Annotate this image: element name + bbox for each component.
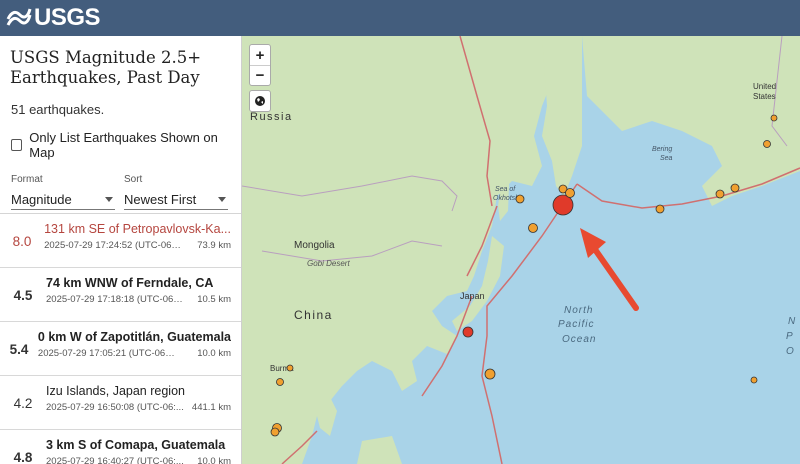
earthquake-marker[interactable] <box>270 427 280 437</box>
chevron-down-icon <box>105 197 113 202</box>
earthquake-meta: 2025-07-29 16:50:08 (UTC-06:... 441.1 km <box>46 402 231 413</box>
format-select[interactable]: Magnitude <box>11 190 115 210</box>
map-label-mongolia: Mongolia <box>294 240 335 251</box>
map-label-us-2: States <box>753 92 776 101</box>
earthquake-marker[interactable] <box>763 140 771 148</box>
time: 2025-07-29 17:18:18 (UTC-06:00) <box>46 294 184 305</box>
earthquake-row[interactable]: 4.2 Izu Islands, Japan region 2025-07-29… <box>0 376 241 430</box>
earthquake-marker[interactable] <box>750 376 758 384</box>
map-label-pacific-1: North <box>564 305 593 316</box>
globe-icon <box>255 96 265 106</box>
earthquake-count: 51 earthquakes. <box>11 102 105 117</box>
map-label-pacific-3: Ocean <box>562 334 596 345</box>
format-label: Format <box>11 174 43 185</box>
earthquake-marker[interactable] <box>528 223 538 233</box>
earthquake-meta: 2025-07-29 17:05:21 (UTC-06:00) 10.0 km <box>38 348 231 359</box>
earthquake-marker[interactable] <box>484 368 496 380</box>
earthquake-row[interactable]: 5.4 0 km W of Zapotitlán, Guatemala 2025… <box>0 322 241 376</box>
magnitude: 5.4 <box>9 342 29 357</box>
place: 74 km WNW of Ferndale, CA <box>46 276 214 290</box>
map-label-okhotsk-2: Okhotsk <box>493 195 519 202</box>
map-label-edge-p: P <box>786 331 793 342</box>
format-value: Magnitude <box>11 192 72 207</box>
time: 2025-07-29 17:24:52 (UTC-06:00) <box>44 240 183 251</box>
page-title: USGS Magnitude 2.5+ Earthquakes, Past Da… <box>10 48 202 87</box>
earthquake-info: 131 km SE of Petropavlovsk-Ka... 2025-07… <box>44 222 241 251</box>
place: 0 km W of Zapotitlán, Guatemala <box>37 330 231 344</box>
globe-view-button[interactable] <box>249 90 271 112</box>
depth: 73.9 km <box>197 240 231 251</box>
map-label-bering-2: Sea <box>660 155 673 162</box>
map-label-japan: Japan <box>460 291 485 301</box>
earthquake-row[interactable]: 4.8 3 km S of Comapa, Guatemala 2025-07-… <box>0 430 241 464</box>
format-control: Format Magnitude <box>11 174 124 210</box>
usgs-wave-icon <box>6 8 32 26</box>
earthquake-marker[interactable] <box>715 189 725 199</box>
only-list-checkbox[interactable] <box>11 139 23 151</box>
earthquake-meta: 2025-07-29 17:24:52 (UTC-06:00) 73.9 km <box>44 240 231 251</box>
map-label-china: China <box>294 308 333 322</box>
depth: 10.0 km <box>197 348 231 359</box>
earthquake-info: 74 km WNW of Ferndale, CA 2025-07-29 17:… <box>46 276 241 305</box>
header-bar: USGS <box>0 0 800 36</box>
map-label-edge-o: O <box>786 346 794 357</box>
sort-value: Newest First <box>123 192 197 207</box>
earthquake-map[interactable]: Russia Mongolia Gobi Desert China Japan … <box>242 36 800 464</box>
map-label-edge-n: N <box>788 316 796 327</box>
magnitude: 4.2 <box>13 396 33 411</box>
map-label-russia: Russia <box>250 111 293 123</box>
earthquake-info: Izu Islands, Japan region 2025-07-29 16:… <box>46 384 241 413</box>
earthquake-marker[interactable] <box>276 378 284 386</box>
magnitude: 8.0 <box>12 234 32 249</box>
sidebar: USGS Magnitude 2.5+ Earthquakes, Past Da… <box>0 36 242 464</box>
sort-control: Sort Newest First <box>123 174 231 210</box>
list-controls: Format Magnitude Sort Newest First <box>0 160 241 210</box>
earthquake-marker[interactable] <box>552 194 574 216</box>
time: 2025-07-29 16:50:08 (UTC-06:... <box>46 402 184 413</box>
map-label-pacific-2: Pacific <box>558 319 594 330</box>
place: 131 km SE of Petropavlovsk-Ka... <box>44 222 231 236</box>
earthquake-row[interactable]: 4.5 74 km WNW of Ferndale, CA 2025-07-29… <box>0 268 241 322</box>
place: Izu Islands, Japan region <box>46 384 185 398</box>
time: 2025-07-29 17:05:21 (UTC-06:00) <box>37 348 176 359</box>
earthquake-marker[interactable] <box>770 114 778 122</box>
sort-select[interactable]: Newest First <box>123 190 228 210</box>
place: 3 km S of Comapa, Guatemala <box>46 438 226 452</box>
map-canvas[interactable]: Russia Mongolia Gobi Desert China Japan … <box>242 36 800 464</box>
only-list-label: Only List Earthquakes Shown on Map <box>29 130 218 160</box>
earthquake-marker[interactable] <box>286 364 294 372</box>
only-list-toggle[interactable]: Only List Earthquakes Shown on Map <box>0 117 241 160</box>
depth: 10.5 km <box>197 294 231 305</box>
earthquake-meta: 2025-07-29 17:18:18 (UTC-06:00) 10.5 km <box>46 294 231 305</box>
chevron-down-icon <box>217 197 226 202</box>
map-label-gobi: Gobi Desert <box>307 259 350 268</box>
earthquake-list: 8.0 131 km SE of Petropavlovsk-Ka... 202… <box>0 213 241 464</box>
earthquake-row[interactable]: 8.0 131 km SE of Petropavlovsk-Ka... 202… <box>0 214 241 268</box>
zoom-control: + − <box>249 44 271 86</box>
earthquake-info: 3 km S of Comapa, Guatemala 2025-07-29 1… <box>46 438 241 464</box>
magnitude: 4.5 <box>13 288 33 303</box>
usgs-logo[interactable]: USGS <box>6 4 101 32</box>
earthquake-info: 0 km W of Zapotitlán, Guatemala 2025-07-… <box>38 330 241 359</box>
earthquake-marker[interactable] <box>515 194 525 204</box>
zoom-out-button[interactable]: − <box>250 65 270 85</box>
earthquake-marker[interactable] <box>730 183 740 193</box>
map-label-okhotsk-1: Sea of <box>495 186 516 193</box>
depth: 441.1 km <box>191 402 231 413</box>
earthquake-meta: 2025-07-29 16:40:27 (UTC-06:... 10.0 km <box>46 456 231 464</box>
zoom-in-button[interactable]: + <box>250 45 270 65</box>
earthquake-marker[interactable] <box>655 204 665 214</box>
magnitude: 4.8 <box>13 450 33 464</box>
time: 2025-07-29 16:40:27 (UTC-06:... <box>46 456 184 464</box>
map-label-us-1: United <box>753 82 776 91</box>
map-label-bering-1: Bering <box>652 146 672 153</box>
depth: 10.0 km <box>197 456 231 464</box>
logo-text: USGS <box>34 4 101 31</box>
earthquake-marker[interactable] <box>462 326 474 338</box>
earthquake-marker[interactable] <box>565 188 575 198</box>
sort-label: Sort <box>123 174 143 185</box>
